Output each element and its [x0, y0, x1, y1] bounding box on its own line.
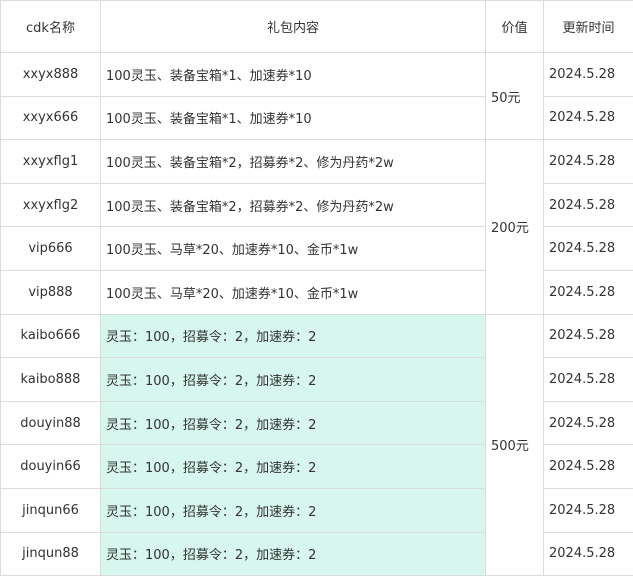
update-date: 2024.5.28 — [544, 358, 633, 402]
gift-content: 灵玉：100，招募令：2，加速券：2 — [101, 358, 486, 402]
cdk-gift-table: cdk名称 礼包内容 价值 更新时间 xxyx888 100灵玉、装备宝箱*1、… — [0, 0, 633, 576]
gift-content: 灵玉：100，招募令：2，加速券：2 — [101, 445, 486, 489]
gift-content: 100灵玉、装备宝箱*1、加速券*10 — [101, 53, 486, 97]
price-cell: 200元 — [486, 140, 544, 314]
cdk-code: xxyx666 — [1, 96, 101, 140]
header-row: cdk名称 礼包内容 价值 更新时间 — [1, 1, 633, 53]
cdk-code: douyin66 — [1, 445, 101, 489]
gift-content: 100灵玉、装备宝箱*1、加速券*10 — [101, 96, 486, 140]
cdk-code: xxyx888 — [1, 53, 101, 97]
update-date: 2024.5.28 — [544, 96, 633, 140]
cdk-code: kaibo666 — [1, 314, 101, 358]
header-content: 礼包内容 — [101, 1, 486, 53]
header-code: cdk名称 — [1, 1, 101, 53]
cdk-code: douyin88 — [1, 401, 101, 445]
table-row: xxyxflg1 100灵玉、装备宝箱*2，招募券*2、修为丹药*2w 200元… — [1, 140, 633, 184]
cdk-code: xxyxflg2 — [1, 183, 101, 227]
update-date: 2024.5.28 — [544, 532, 633, 576]
gift-content: 灵玉：100，招募令：2，加速券：2 — [101, 532, 486, 576]
header-date: 更新时间 — [544, 1, 633, 53]
gift-content: 100灵玉、马草*20、加速券*10、金币*1w — [101, 227, 486, 271]
cdk-code: xxyxflg1 — [1, 140, 101, 184]
table-row: kaibo666 灵玉：100，招募令：2，加速券：2 500元 2024.5.… — [1, 314, 633, 358]
table-row: xxyx888 100灵玉、装备宝箱*1、加速券*10 50元 2024.5.2… — [1, 53, 633, 97]
gift-content: 灵玉：100，招募令：2，加速券：2 — [101, 401, 486, 445]
gift-content: 灵玉：100，招募令：2，加速券：2 — [101, 488, 486, 532]
cdk-code: jinqun66 — [1, 488, 101, 532]
update-date: 2024.5.28 — [544, 445, 633, 489]
gift-content: 100灵玉、装备宝箱*2，招募券*2、修为丹药*2w — [101, 140, 486, 184]
gift-content: 灵玉：100，招募令：2，加速券：2 — [101, 314, 486, 358]
update-date: 2024.5.28 — [544, 401, 633, 445]
cdk-code: jinqun88 — [1, 532, 101, 576]
gift-content: 100灵玉、装备宝箱*2，招募券*2、修为丹药*2w — [101, 183, 486, 227]
update-date: 2024.5.28 — [544, 270, 633, 314]
price-cell: 50元 — [486, 53, 544, 140]
cdk-code: kaibo888 — [1, 358, 101, 402]
header-price: 价值 — [486, 1, 544, 53]
update-date: 2024.5.28 — [544, 140, 633, 184]
gift-content: 100灵玉、马草*20、加速券*10、金币*1w — [101, 270, 486, 314]
price-cell: 500元 — [486, 314, 544, 576]
update-date: 2024.5.28 — [544, 53, 633, 97]
update-date: 2024.5.28 — [544, 314, 633, 358]
update-date: 2024.5.28 — [544, 488, 633, 532]
update-date: 2024.5.28 — [544, 183, 633, 227]
cdk-code: vip888 — [1, 270, 101, 314]
cdk-code: vip666 — [1, 227, 101, 271]
update-date: 2024.5.28 — [544, 227, 633, 271]
